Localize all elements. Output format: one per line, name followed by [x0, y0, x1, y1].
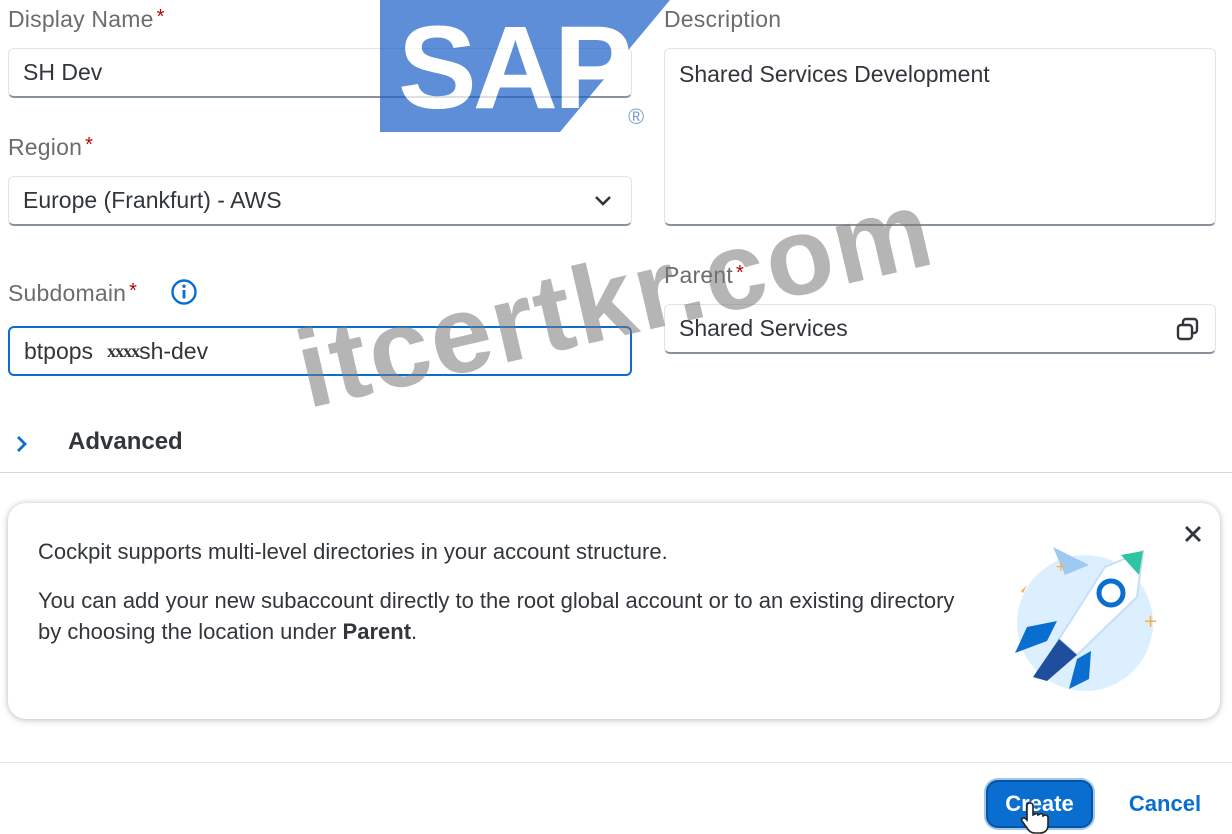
svg-text:+: +: [1055, 559, 1067, 575]
subdomain-label: Subdomain *: [8, 280, 138, 306]
display-name-label: Display Name *: [8, 6, 165, 32]
description-textarea[interactable]: Shared Services Development: [664, 48, 1216, 226]
info-banner: Cockpit supports multi-level directories…: [8, 503, 1220, 719]
chevron-down-icon: [595, 195, 611, 206]
region-select[interactable]: Europe (Frankfurt) - AWS: [8, 176, 632, 226]
region-label: Region *: [8, 134, 94, 160]
banner-text-line1: Cockpit supports multi-level directories…: [38, 539, 668, 564]
redacted-text: xxxx: [107, 340, 140, 361]
info-icon[interactable]: [170, 278, 198, 306]
copy-icon[interactable]: [1175, 316, 1201, 342]
footer-divider: [0, 762, 1232, 763]
description-label: Description: [664, 6, 782, 32]
svg-text:+: +: [1143, 611, 1158, 632]
sap-logo-watermark: SAP: [380, 0, 670, 132]
close-icon[interactable]: [1180, 521, 1206, 547]
required-mark: *: [85, 134, 94, 156]
chevron-right-icon: [17, 436, 27, 452]
advanced-section-toggle[interactable]: Advanced: [0, 418, 1232, 473]
cancel-button[interactable]: Cancel: [1110, 780, 1220, 828]
registered-mark: ®: [628, 104, 645, 129]
banner-parent-emphasis: Parent: [342, 619, 412, 644]
hand-cursor-icon: [1020, 802, 1049, 834]
banner-text-line2: You can add your new subaccount directly…: [38, 588, 955, 644]
required-mark: *: [129, 280, 138, 302]
svg-text:SAP: SAP: [398, 2, 629, 132]
rocket-illustration: + +: [1015, 547, 1158, 691]
advanced-label: Advanced: [68, 428, 183, 455]
required-mark: *: [156, 6, 165, 28]
create-subaccount-dialog: Display Name * SH Dev Region * Europe (Fra…: [0, 0, 1232, 834]
